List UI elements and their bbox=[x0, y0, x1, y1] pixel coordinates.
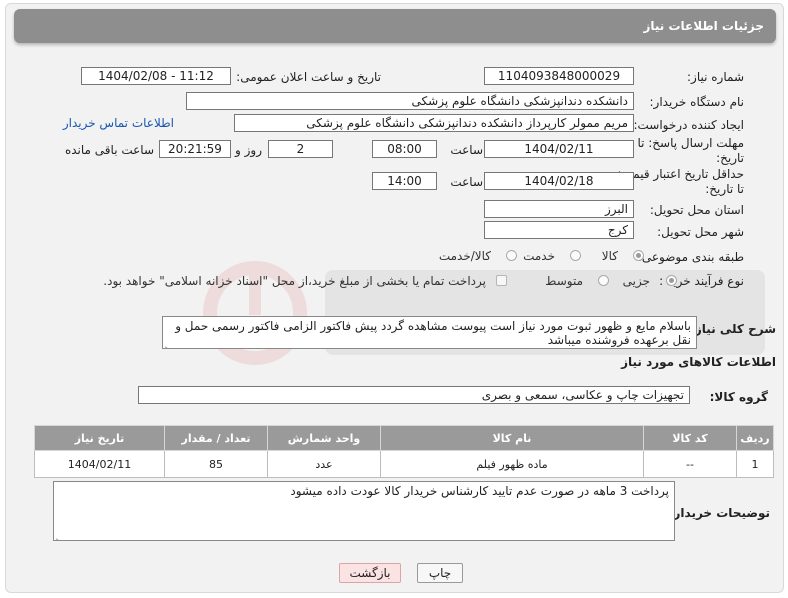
col-header-need-date: تاریخ نیاز bbox=[34, 425, 165, 451]
purchase-radio-medium[interactable] bbox=[598, 275, 609, 286]
reply-remaining-field[interactable]: 20:21:59 bbox=[159, 140, 231, 158]
province-field[interactable]: البرز bbox=[484, 200, 634, 218]
reply-days-field[interactable]: 2 bbox=[268, 140, 333, 158]
requester-field[interactable]: مریم ممولر کارپرداز دانشکده دندانپزشکی د… bbox=[234, 114, 634, 132]
category-radio-service[interactable] bbox=[570, 250, 581, 261]
category-option-service: خدمت bbox=[523, 249, 555, 263]
col-header-item-code: کد کالا bbox=[643, 425, 737, 451]
buyer-notes-text: پرداخت 3 ماهه در صورت عدم تایید کارشناس … bbox=[290, 484, 669, 498]
requester-label: ایجاد کننده درخواست: bbox=[633, 118, 744, 132]
goods-table: ردیف کد کالا نام کالا واحد شمارش تعداد /… bbox=[34, 425, 774, 478]
col-header-quantity: تعداد / مقدار bbox=[164, 425, 268, 451]
col-header-unit: واحد شمارش bbox=[267, 425, 381, 451]
reply-time-label: ساعت bbox=[450, 143, 483, 157]
buyer-contact-link[interactable]: اطلاعات تماس خریدار bbox=[63, 116, 174, 130]
table-row[interactable]: 1 -- ماده ظهور فیلم عدد 85 1404/02/11 bbox=[34, 450, 774, 478]
day-and-label: روز و bbox=[235, 143, 262, 157]
table-header-row: ردیف کد کالا نام کالا واحد شمارش تعداد /… bbox=[34, 425, 774, 451]
description-text: باسلام مایع و ظهور ثبوت مورد نیاز است پی… bbox=[175, 319, 691, 347]
purchase-radio-minor[interactable] bbox=[666, 275, 677, 286]
category-radio-goods-service[interactable] bbox=[506, 250, 517, 261]
announce-datetime-field[interactable]: 1404/02/08 - 11:12 bbox=[81, 67, 231, 85]
validity-date-field[interactable]: 1404/02/18 bbox=[484, 172, 634, 190]
buyer-org-field[interactable]: دانشکده دندانپزشکی دانشگاه علوم پزشکی bbox=[186, 92, 634, 110]
purchase-option-medium: متوسط bbox=[545, 274, 583, 288]
need-number-field[interactable]: 1104093848000029 bbox=[484, 67, 634, 85]
need-number-label: شماره نیاز: bbox=[687, 70, 744, 84]
remaining-label: ساعت باقی مانده bbox=[64, 143, 154, 157]
validity-time-field[interactable]: 14:00 bbox=[372, 172, 437, 190]
category-label: طبقه بندی موضوعی: bbox=[637, 250, 744, 264]
buyer-org-label: نام دستگاه خریدار: bbox=[649, 95, 745, 109]
cell-unit: عدد bbox=[267, 450, 381, 478]
page-header: جزئیات اطلاعات نیاز bbox=[14, 9, 776, 43]
city-label: شهر محل تحویل: bbox=[657, 225, 744, 239]
description-label: شرح کلی نیاز: bbox=[690, 322, 776, 336]
print-button[interactable]: چاپ bbox=[417, 563, 463, 583]
cell-item-name: ماده ظهور فیلم bbox=[380, 450, 644, 478]
description-textarea[interactable]: باسلام مایع و ظهور ثبوت مورد نیاز است پی… bbox=[162, 316, 697, 349]
city-field[interactable]: کرج bbox=[484, 221, 634, 239]
goods-info-heading: اطلاعات کالاهای مورد نیاز bbox=[621, 355, 776, 369]
buyer-notes-label: توضیحات خریدار: bbox=[668, 506, 770, 520]
purchase-option-minor: جزیی bbox=[622, 274, 650, 288]
treasury-checkbox[interactable] bbox=[496, 275, 507, 286]
province-label: استان محل تحویل: bbox=[649, 203, 744, 217]
category-radio-goods[interactable] bbox=[633, 250, 644, 261]
treasury-note: پرداخت تمام یا بخشی از مبلغ خرید،از محل … bbox=[103, 274, 486, 288]
goods-group-label: گروه کالا: bbox=[709, 390, 768, 404]
page-title: جزئیات اطلاعات نیاز bbox=[643, 19, 764, 33]
announce-datetime-label: تاریخ و ساعت اعلان عمومی: bbox=[236, 70, 381, 84]
col-header-row-number: ردیف bbox=[736, 425, 774, 451]
validity-time-label: ساعت bbox=[450, 175, 483, 189]
cell-need-date: 1404/02/11 bbox=[34, 450, 165, 478]
reply-date-field[interactable]: 1404/02/11 bbox=[484, 140, 634, 158]
category-option-goods: کالا bbox=[601, 249, 618, 263]
cell-row-number: 1 bbox=[736, 450, 774, 478]
col-header-item-name: نام کالا bbox=[380, 425, 644, 451]
back-button[interactable]: بازگشت bbox=[339, 563, 401, 583]
buyer-notes-textarea[interactable]: پرداخت 3 ماهه در صورت عدم تایید کارشناس … bbox=[53, 481, 675, 541]
resize-grip-icon[interactable] bbox=[165, 340, 172, 347]
category-option-goods-service: کالا/خدمت bbox=[438, 249, 491, 263]
goods-group-field[interactable]: تجهیزات چاپ و عکاسی، سمعی و بصری bbox=[138, 386, 690, 404]
resize-grip-icon[interactable] bbox=[56, 532, 63, 539]
cell-quantity: 85 bbox=[164, 450, 268, 478]
reply-time-field[interactable]: 08:00 bbox=[372, 140, 437, 158]
cell-item-code: -- bbox=[643, 450, 737, 478]
